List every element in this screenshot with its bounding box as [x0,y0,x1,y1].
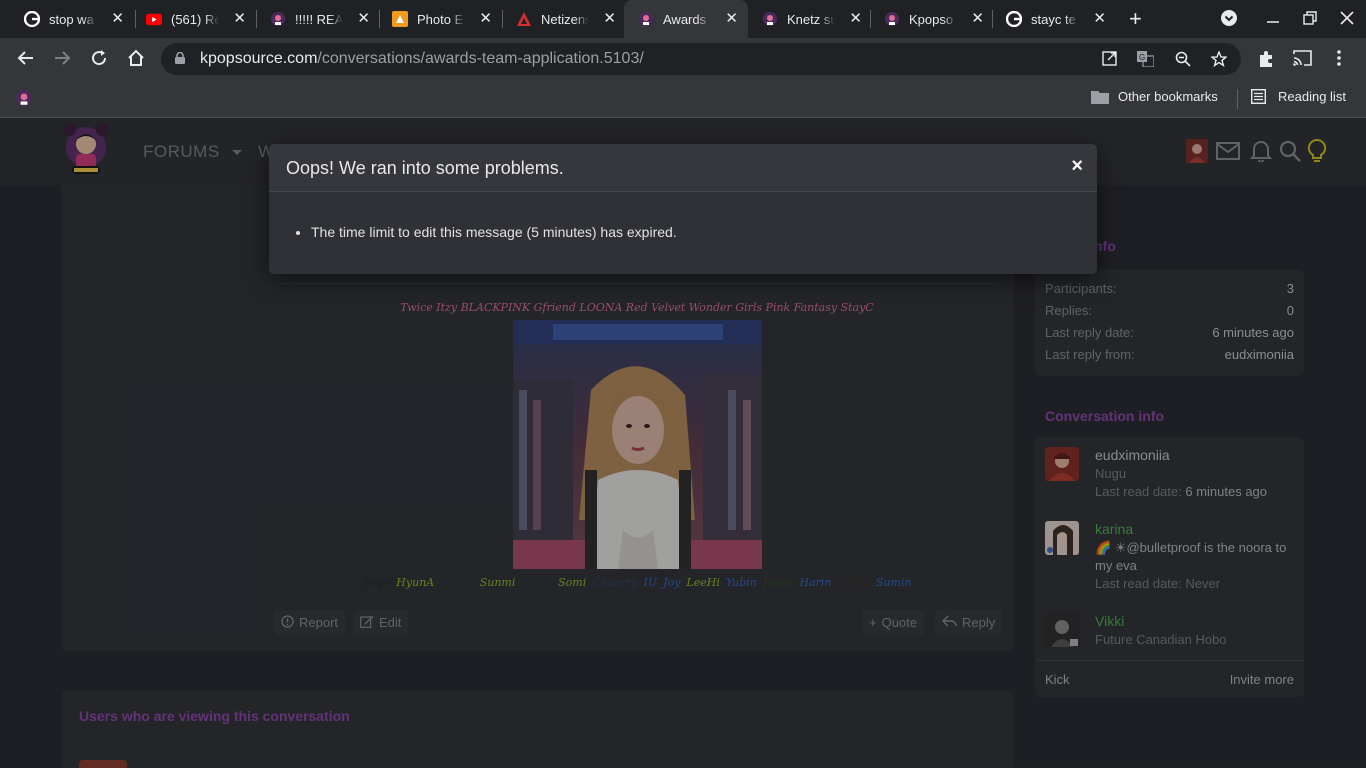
tab-2[interactable]: (561) Re ✕ [132,0,256,38]
restore-icon[interactable] [1303,11,1317,30]
modal-title: Oops! We ran into some problems. [286,158,564,178]
browser-toolbar: kpopsource.com/conversations/awards-team… [0,38,1366,80]
tab-title: Awards [663,11,707,27]
reload-icon[interactable] [87,46,111,70]
tab-close-icon[interactable]: ✕ [725,11,738,27]
url-host: kpopsource.com [200,50,318,67]
tab-close-icon[interactable]: ✕ [603,11,616,27]
tab-3[interactable]: !!!!! REAL ✕ [256,0,380,38]
tab-strip: stop wa ✕ (561) Re ✕ !!!!! REAL ✕ Photo … [0,0,1366,38]
open-in-app-icon[interactable] [1101,51,1117,67]
address-bar[interactable]: kpopsource.com/conversations/awards-team… [161,43,1241,75]
tab-close-icon[interactable]: ✕ [479,11,492,27]
tab-search-icon[interactable] [1220,9,1238,32]
tab-1[interactable]: stop wa ✕ [10,0,134,38]
reading-list-label: Reading list [1278,89,1346,104]
back-icon[interactable] [14,46,38,70]
other-bookmarks[interactable]: Other bookmarks [1091,89,1218,104]
netizenbuzz-icon [516,11,532,27]
google-icon [1006,11,1022,27]
tab-close-icon[interactable]: ✕ [849,11,862,27]
url-path: /conversations/awards-team-application.5… [317,50,644,67]
bookmark-kpopsource-icon[interactable] [15,89,33,107]
reading-list-icon [1251,89,1266,104]
other-bookmarks-label: Other bookmarks [1118,89,1218,104]
home-icon[interactable] [124,46,148,70]
error-modal: Oops! We ran into some problems. × The t… [269,144,1097,274]
tab-title: !!!!! REAL [295,11,343,27]
window-close-icon[interactable] [1340,11,1354,30]
tab-title: Knetz su [787,11,835,27]
kpopsource-icon [270,11,286,27]
lock-icon[interactable] [175,52,185,64]
tab-6-active[interactable]: Awards ✕ [624,0,748,38]
error-list: The time limit to edit this message (5 m… [311,224,677,240]
tab-close-icon[interactable]: ✕ [357,11,370,27]
kpopsource-icon [638,11,654,27]
tab-close-icon[interactable]: ✕ [1093,11,1106,27]
tab-title: stayc te [1031,11,1076,27]
modal-header: Oops! We ran into some problems. × [269,144,1097,192]
browser-menu-icon[interactable] [1336,49,1342,71]
new-tab-icon[interactable]: + [1129,8,1142,30]
url-text[interactable]: kpopsource.com/conversations/awards-team… [200,50,644,68]
close-icon[interactable]: × [1071,156,1083,176]
youtube-icon [146,11,162,27]
tab-close-icon[interactable]: ✕ [233,11,246,27]
extensions-icon[interactable] [1257,50,1275,72]
forward-icon[interactable] [50,46,74,70]
error-message: The time limit to edit this message (5 m… [311,224,677,240]
cast-icon[interactable] [1293,50,1312,70]
google-icon [24,11,40,27]
tab-title: Kpopso [909,11,954,27]
reading-list[interactable]: Reading list [1251,89,1346,104]
photo-editor-icon [392,11,408,27]
svg-text:G: G [1139,53,1145,62]
tab-close-icon[interactable]: ✕ [971,11,984,27]
translate-icon[interactable]: G [1137,51,1155,68]
tab-9[interactable]: stayc te ✕ [992,0,1116,38]
tab-close-icon[interactable]: ✕ [111,11,124,27]
tab-title: Netizens [541,11,589,27]
kpopsource-icon [762,11,778,27]
tab-7[interactable]: Knetz su ✕ [748,0,872,38]
minimize-icon[interactable] [1266,10,1280,29]
tab-title: Photo E [417,11,464,27]
tab-4[interactable]: Photo E ✕ [378,0,502,38]
tab-title: (561) Re [171,11,219,27]
bookmark-star-icon[interactable] [1210,50,1228,68]
kpopsource-icon [884,11,900,27]
folder-icon [1091,90,1109,104]
tab-5[interactable]: Netizens ✕ [502,0,626,38]
bookmarks-bar: Other bookmarks Reading list [0,80,1366,118]
tab-8[interactable]: Kpopso ✕ [870,0,994,38]
tab-title: stop wa [49,11,94,27]
zoom-icon[interactable] [1175,51,1191,67]
